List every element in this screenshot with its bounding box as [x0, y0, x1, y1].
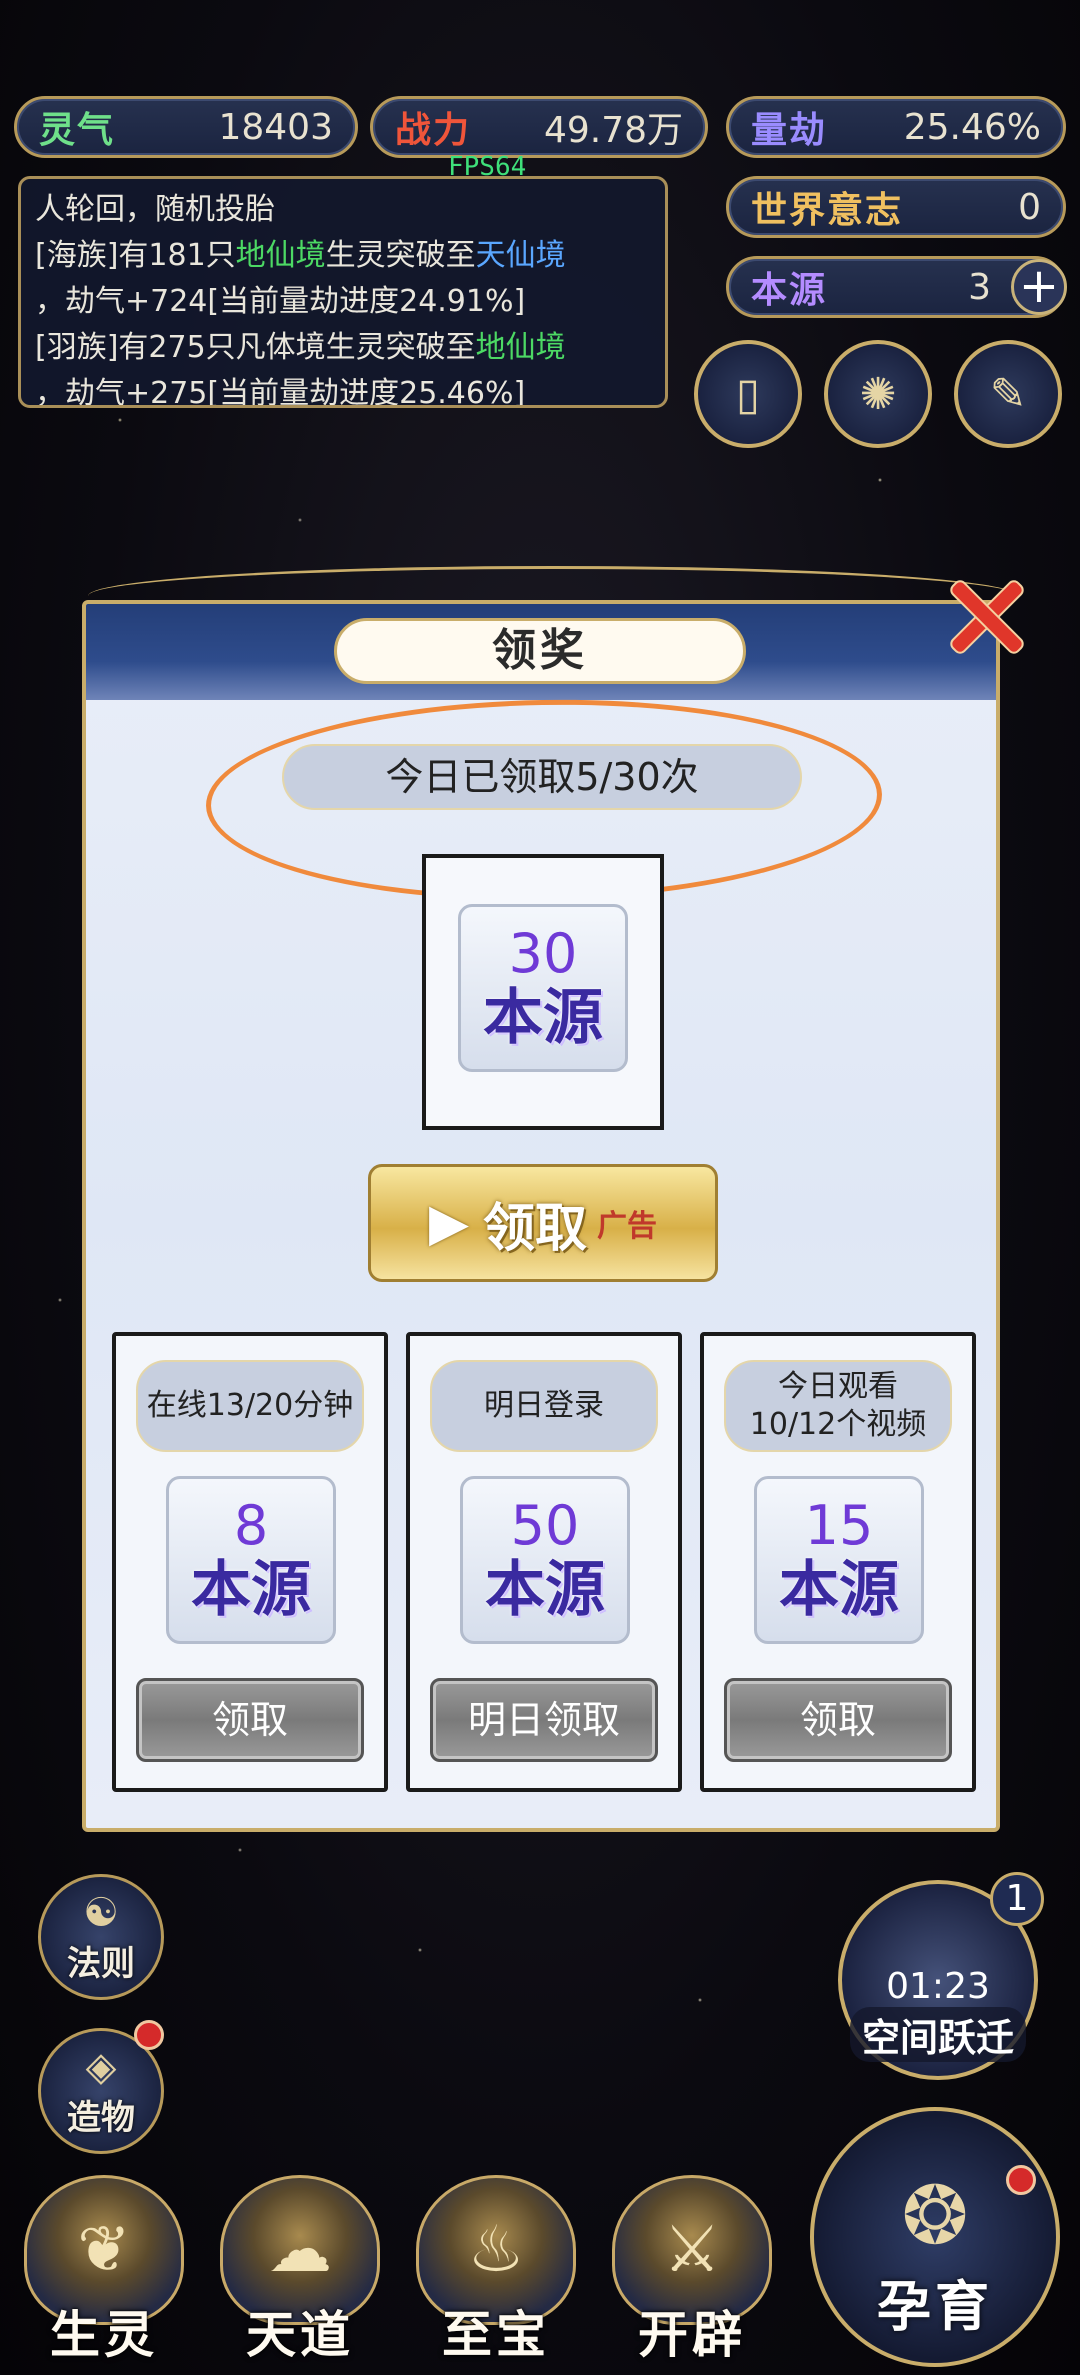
task-card-videos: 今日观看 10/12个视频 15 本源 领取: [700, 1332, 976, 1792]
nav-kaipi[interactable]: ⚔ 开辟: [602, 2167, 782, 2367]
zaowu-icon: ◈: [85, 2043, 117, 2090]
lingqi-label: 灵气: [39, 110, 116, 151]
main-reward-card: 30 本源: [422, 854, 664, 1130]
reward-name: 本源: [483, 983, 603, 1053]
log-line: 人轮回，随机投胎: [35, 192, 275, 227]
space-jump-badge: 1: [990, 1872, 1044, 1926]
nav-zhibao[interactable]: ♨ 至宝: [406, 2167, 586, 2367]
liangjie-label: 量劫: [751, 110, 828, 151]
nav-tiandao[interactable]: ☁ 天道: [210, 2167, 390, 2367]
play-video-icon: ▶: [428, 1193, 469, 1253]
task-reward-tile: 8 本源: [166, 1476, 336, 1644]
nav-yunyu-label: 孕育: [877, 2275, 993, 2338]
task-title: 明日登录: [430, 1360, 658, 1452]
notification-dot: [134, 2020, 164, 2050]
space-jump-timer: 01:23: [886, 1966, 990, 2007]
claim-ad-button[interactable]: ▶ 领取 广告: [368, 1164, 718, 1282]
reward-amount: 50: [510, 1494, 580, 1557]
zaowu-label: 造物: [67, 2097, 135, 2138]
embryo-icon: ❂: [901, 2169, 969, 2262]
notification-dot: [1006, 2165, 1036, 2195]
nav-zhibao-label: 至宝: [442, 2306, 550, 2364]
modal-title: 领奖: [334, 618, 746, 684]
event-log: 人轮回，随机投胎 [海族]有181只地仙境生灵突破至天仙境 ，劫气+724[当前…: [18, 176, 668, 408]
claim-ad-label: 领取: [482, 1198, 587, 1259]
log-line: [海族]有181只地仙境生灵突破至天仙境: [35, 238, 566, 273]
nav-kaipi-label: 开辟: [638, 2306, 746, 2364]
reward-modal: 领奖 今日已领取5/30次 30 本源 ▶ 领取 广告 在线13/20分钟 8 …: [82, 600, 1000, 1832]
task-card-login: 明日登录 50 本源 明日领取: [406, 1332, 682, 1792]
bottom-nav: ❦ 生灵 ☁ 天道 ♨ 至宝 ⚔ 开辟 ❂ 孕育: [0, 2107, 1080, 2375]
faze-icon: ☯: [83, 1889, 119, 1936]
shijie-bar[interactable]: 世界意志 0: [726, 176, 1066, 238]
task-reward-tile: 50 本源: [460, 1476, 630, 1644]
nav-shengling[interactable]: ❦ 生灵: [14, 2167, 194, 2367]
reward-name: 本源: [485, 1555, 605, 1625]
reward-amount: 15: [804, 1494, 874, 1557]
vortex-icon[interactable]: ✺: [824, 340, 932, 448]
benyuan-label: 本源: [751, 270, 828, 311]
shijie-label: 世界意志: [751, 190, 904, 231]
log-line: [羽族]有275只凡体境生灵突破至地仙境: [35, 330, 566, 365]
faze-button[interactable]: ☯ 法则: [38, 1874, 164, 2000]
claim-tomorrow-button[interactable]: 明日领取: [430, 1678, 658, 1762]
main-reward-tile: 30 本源: [458, 904, 628, 1072]
task-card-online: 在线13/20分钟 8 本源 领取: [112, 1332, 388, 1792]
reward-amount: 8: [233, 1494, 269, 1557]
reward-name: 本源: [779, 1555, 899, 1625]
reward-amount: 30: [508, 922, 578, 985]
log-line: ，劫气+275[当前量劫进度25.46%]: [35, 376, 526, 408]
liangjie-value: 25.46%: [903, 106, 1041, 148]
nav-tiandao-label: 天道: [246, 2306, 354, 2364]
ad-tag: 广告: [597, 1209, 657, 1244]
benyuan-bar[interactable]: 本源 3 +: [726, 256, 1067, 318]
add-benyuan-button[interactable]: +: [1011, 259, 1067, 315]
space-jump-label: 空间跃迁: [849, 2007, 1026, 2062]
liangjie-bar[interactable]: 量劫 25.46%: [726, 96, 1066, 158]
reward-name: 本源: [191, 1555, 311, 1625]
zhanli-bar[interactable]: 战力 49.78万: [370, 96, 708, 158]
scroll-icon[interactable]: ✎: [954, 340, 1062, 448]
shijie-value: 0: [1018, 186, 1041, 228]
zhanli-value: 49.78万: [543, 110, 683, 151]
task-reward-tile: 15 本源: [754, 1476, 924, 1644]
faze-label: 法则: [67, 1943, 135, 1984]
zhanli-label: 战力: [395, 110, 472, 151]
task-title: 今日观看 10/12个视频: [724, 1360, 952, 1452]
claim-button[interactable]: 领取: [724, 1678, 952, 1762]
cards-icon[interactable]: ▯: [694, 340, 802, 448]
nav-shengling-label: 生灵: [50, 2306, 158, 2364]
benyuan-value: 3: [968, 266, 991, 308]
lingqi-bar[interactable]: 灵气 18403: [14, 96, 358, 158]
task-title: 在线13/20分钟: [136, 1360, 364, 1452]
lingqi-value: 18403: [218, 106, 333, 148]
nav-yunyu[interactable]: ❂ 孕育: [810, 2107, 1060, 2367]
claim-button[interactable]: 领取: [136, 1678, 364, 1762]
log-line: ，劫气+724[当前量劫进度24.91%]: [35, 284, 526, 319]
close-icon[interactable]: [934, 564, 1034, 664]
